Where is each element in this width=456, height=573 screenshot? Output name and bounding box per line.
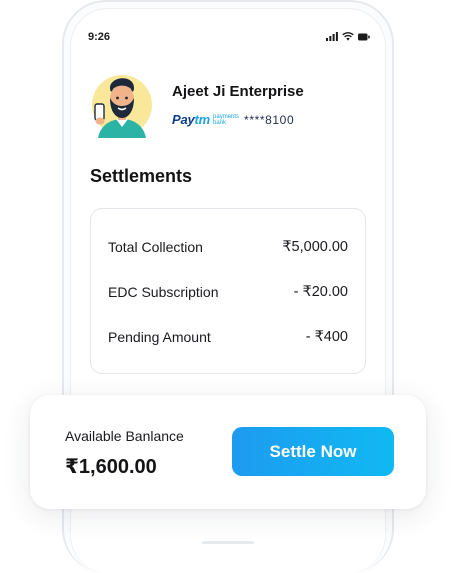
bank-logo-subtitle: payments bank	[213, 114, 239, 126]
bank-account-row: Paytm payments bank ****8100	[172, 112, 294, 127]
home-indicator	[202, 541, 254, 544]
balance-panel: Available Banlance ₹1,600.00 Settle Now	[30, 395, 426, 509]
merchant-name: Ajeet Ji Enterprise	[172, 83, 304, 100]
bank-logo: Paytm	[172, 112, 210, 127]
settlements-title: Settlements	[90, 166, 193, 186]
account-number: ****8100	[244, 112, 295, 127]
settlement-row-amount: - ₹20.00	[293, 284, 348, 300]
battery-icon	[358, 33, 370, 40]
settlement-row: Total Collection ₹5,000.00	[108, 239, 348, 255]
settlement-row-amount: - ₹400	[305, 329, 348, 345]
status-icons	[326, 32, 370, 41]
bank-logo-sub-2: bank	[213, 119, 227, 126]
balance-amount: ₹1,600.00	[65, 456, 157, 478]
status-time: 9:26	[88, 31, 111, 43]
bank-logo-accent: tm	[194, 112, 211, 127]
signal-icon	[326, 32, 338, 41]
balance-label: Available Banlance	[65, 428, 184, 444]
settlements-card: Total Collection ₹5,000.00 EDC Subscript…	[90, 208, 366, 374]
bank-logo-main: Pay	[172, 112, 195, 127]
settlement-row-label: Pending Amount	[108, 329, 211, 345]
settlement-row-amount: ₹5,000.00	[282, 239, 348, 255]
settlement-row: Pending Amount - ₹400	[108, 329, 348, 345]
settlement-row-label: EDC Subscription	[108, 284, 219, 300]
wifi-icon	[342, 32, 354, 41]
merchant-avatar	[90, 70, 154, 138]
settle-now-button[interactable]: Settle Now	[232, 427, 394, 476]
settlement-row-label: Total Collection	[108, 239, 203, 255]
settlement-row: EDC Subscription - ₹20.00	[108, 284, 348, 300]
